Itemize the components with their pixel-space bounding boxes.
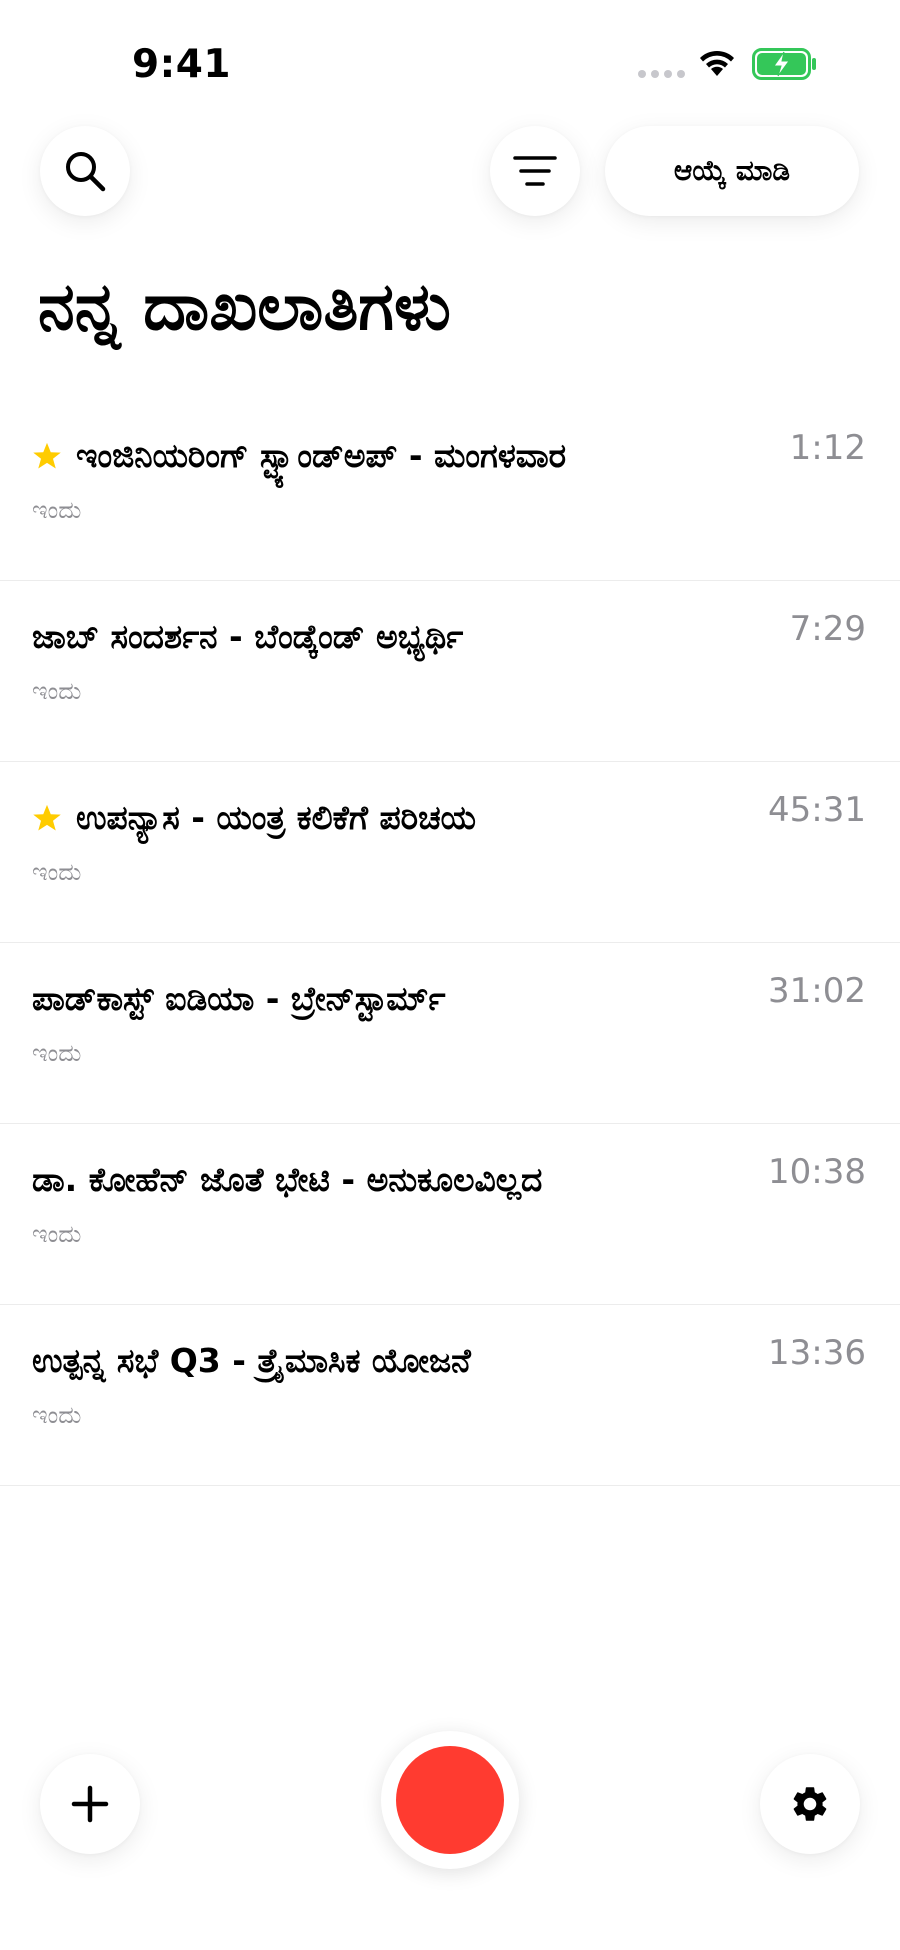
list-item[interactable]: ಜಾಬ್ ಸಂದರ್ಶನ - ಬೆಂಡ್ಕೆಂಡ್ ಅಭ್ಯರ್ಥಿ ಇಂದು … [0,581,900,762]
recording-title-row: ಇಂಜಿನಿಯರಿಂಗ್ ಸ್ಟ್ಯಾಂಡ್‌ಅಪ್ - ಮಂಗಳವಾರ [32,436,566,476]
recording-title: ಉತ್ಪನ್ನ ಸಭೆ Q3 - ತ್ರೈಮಾಸಿಕ ಯೋಜನೆ [32,1341,471,1380]
recording-duration: 31:02 [768,971,866,1011]
recordings-list: ಇಂಜಿನಿಯರಿಂಗ್ ಸ್ಟ್ಯಾಂಡ್‌ಅಪ್ - ಮಂಗಳವಾರ ಇಂದ… [0,400,900,1486]
status-time: 9:41 [132,42,232,87]
record-button[interactable] [381,1731,519,1869]
battery-charging-icon [752,48,816,80]
recording-duration: 7:29 [789,609,866,649]
recording-title: ಡಾ. ಕೋಹೆನ್ ಜೊತೆ ಭೇಟಿ - ಅನುಕೂಲವಿಲ್ಲದ [32,1160,543,1199]
search-icon [66,152,106,192]
cellular-signal-icon [638,70,685,78]
gear-icon [793,1787,827,1821]
list-item[interactable]: ಉಪನ್ಯಾಸ - ಯಂತ್ರ ಕಲಿಕೆಗೆ ಪರಿಚಯ ಇಂದು 45:31 [0,762,900,943]
star-icon [33,804,61,831]
wifi-icon [700,50,734,76]
add-button[interactable] [40,1754,140,1854]
recording-title-row: ಜಾಬ್ ಸಂದರ್ಶನ - ಬೆಂಡ್ಕೆಂಡ್ ಅಭ್ಯರ್ಥಿ [32,617,463,657]
recording-title-row: ಡಾ. ಕೋಹೆನ್ ಜೊತೆ ಭೇಟಿ - ಅನುಕೂಲವಿಲ್ಲದ [32,1160,542,1200]
recording-title: ಇಂಜಿನಿಯರಿಂಗ್ ಸ್ಟ್ಯಾಂಡ್‌ಅಪ್ - ಮಂಗಳವಾರ [76,436,567,475]
recording-title-row: ಉಪನ್ಯಾಸ - ಯಂತ್ರ ಕಲಿಕೆಗೆ ಪರಿಚಯ [32,798,476,838]
recording-duration: 10:38 [768,1152,866,1192]
recording-date: ಇಂದು [32,1039,82,1067]
recording-date: ಇಂದು [32,677,82,705]
filter-button[interactable] [490,126,580,216]
recording-duration: 45:31 [768,790,866,830]
list-item[interactable]: ಉತ್ಪನ್ನ ಸಭೆ Q3 - ತ್ರೈಮಾಸಿಕ ಯೋಜನೆ ಇಂದು 13… [0,1305,900,1486]
filter-icon [513,156,557,186]
recording-duration: 13:36 [768,1333,866,1373]
page-title: ನನ್ನ ದಾಖಲಾತಿಗಳು [38,268,451,345]
list-item[interactable]: ಡಾ. ಕೋಹೆನ್ ಜೊತೆ ಭೇಟಿ - ಅನುಕೂಲವಿಲ್ಲದ ಇಂದು… [0,1124,900,1305]
status-bar: 9:41 [0,0,900,130]
recording-date: ಇಂದು [32,1220,82,1248]
list-item[interactable]: ಇಂಜಿನಿಯರಿಂಗ್ ಸ್ಟ್ಯಾಂಡ್‌ಅಪ್ - ಮಂಗಳವಾರ ಇಂದ… [0,400,900,581]
star-icon [33,442,61,469]
select-button[interactable]: ಆಯ್ಕೆ ಮಾಡಿ [605,126,859,216]
recording-date: ಇಂದು [32,1401,82,1429]
list-item[interactable]: ಪಾಡ್‌ಕಾಸ್ಟ್ ಐಡಿಯಾ - ಬ್ರೇನ್‌ಸ್ಟಾರ್ಮ್ ಇಂದು… [0,943,900,1124]
settings-button[interactable] [760,1754,860,1854]
recording-date: ಇಂದು [32,858,82,886]
recording-title: ಪಾಡ್‌ಕಾಸ್ಟ್ ಐಡಿಯಾ - ಬ್ರೇನ್‌ಸ್ಟಾರ್ಮ್ [32,979,446,1018]
recording-date: ಇಂದು [32,496,82,524]
plus-icon [71,1785,109,1823]
recording-title-row: ಉತ್ಪನ್ನ ಸಭೆ Q3 - ತ್ರೈಮಾಸಿಕ ಯೋಜನೆ [32,1341,471,1381]
recording-duration: 1:12 [789,428,866,468]
recording-title: ಜಾಬ್ ಸಂದರ್ಶನ - ಬೆಂಡ್ಕೆಂಡ್ ಅಭ್ಯರ್ಥಿ [32,617,464,656]
recording-title: ಉಪನ್ಯಾಸ - ಯಂತ್ರ ಕಲಿಕೆಗೆ ಪರಿಚಯ [76,798,476,837]
recording-title-row: ಪಾಡ್‌ಕಾಸ್ಟ್ ಐಡಿಯಾ - ಬ್ರೇನ್‌ಸ್ಟಾರ್ಮ್ [32,979,445,1019]
record-icon [396,1746,504,1854]
search-button[interactable] [40,126,130,216]
